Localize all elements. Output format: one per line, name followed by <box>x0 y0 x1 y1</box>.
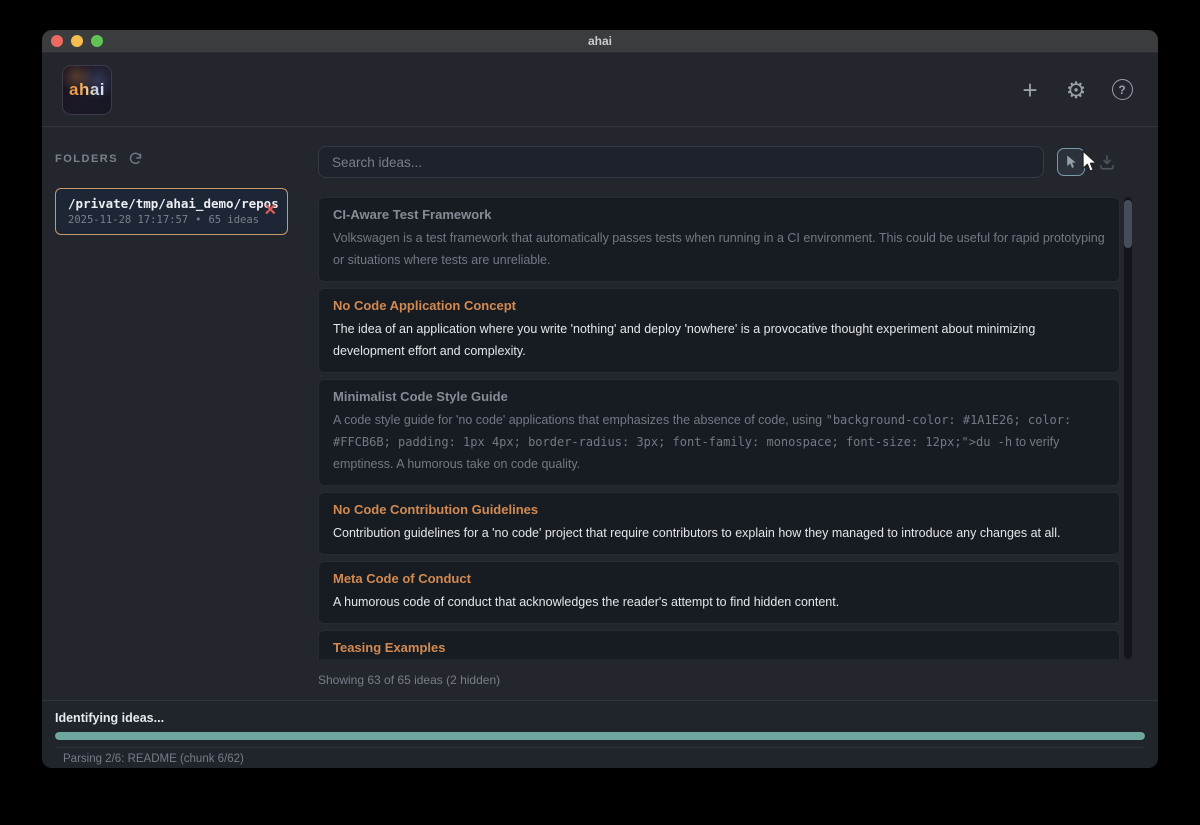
idea-description: The idea of an application where you wri… <box>333 318 1105 362</box>
help-button[interactable]: ? <box>1110 78 1134 102</box>
idea-title: No Code Contribution Guidelines <box>333 502 1105 517</box>
content-area: FOLDERS /private/tmp/ahai_demo/repos 202… <box>42 127 1158 700</box>
app-header: ahai + ⚙ ? <box>42 53 1158 127</box>
idea-card[interactable]: Meta Code of Conduct A humorous code of … <box>318 561 1120 624</box>
idea-card[interactable]: CI-Aware Test Framework Volkswagen is a … <box>318 197 1120 282</box>
idea-title: Teasing Examples <box>333 640 1105 655</box>
folder-item[interactable]: /private/tmp/ahai_demo/repos 2025-11-28 … <box>55 188 288 235</box>
idea-card[interactable]: No Code Application Concept The idea of … <box>318 288 1120 373</box>
idea-title: CI-Aware Test Framework <box>333 207 1105 222</box>
pointer-icon <box>1065 155 1078 170</box>
titlebar: ahai <box>42 30 1158 53</box>
folder-idea-count: 65 ideas <box>208 214 259 226</box>
folder-timestamp: 2025-11-28 17:17:57 <box>68 214 188 226</box>
window-title: ahai <box>42 34 1158 48</box>
parsing-status: Parsing 2/6: README (chunk 6/62) <box>55 747 1145 765</box>
search-input[interactable] <box>318 146 1044 178</box>
idea-description: A code style guide for 'no code' applica… <box>333 409 1105 475</box>
sidebar: FOLDERS /private/tmp/ahai_demo/repos 202… <box>42 127 305 700</box>
status-footer: Identifying ideas... Parsing 2/6: README… <box>42 700 1158 768</box>
activity-label: Identifying ideas... <box>55 711 1145 725</box>
export-button[interactable] <box>1094 148 1120 176</box>
app-window: ahai ahai + ⚙ ? FOLDERS <box>42 30 1158 768</box>
idea-title: Meta Code of Conduct <box>333 571 1105 586</box>
idea-card[interactable]: Teasing Examples A file that redirects t… <box>318 630 1120 659</box>
download-icon <box>1098 153 1116 171</box>
idea-title: No Code Application Concept <box>333 298 1105 313</box>
idea-title: Minimalist Code Style Guide <box>333 389 1105 404</box>
add-folder-button[interactable]: + <box>1018 78 1042 102</box>
scrollbar[interactable] <box>1124 197 1132 659</box>
gear-icon: ⚙ <box>1066 78 1087 102</box>
idea-description: Contribution guidelines for a 'no code' … <box>333 522 1105 544</box>
app-logo: ahai <box>62 65 112 115</box>
delete-folder-button[interactable]: ✕ <box>264 203 277 219</box>
refresh-icon[interactable] <box>128 151 143 166</box>
main-panel: CI-Aware Test Framework Volkswagen is a … <box>305 127 1158 700</box>
app-logo-text: ahai <box>69 80 105 100</box>
folders-heading: FOLDERS <box>55 153 118 165</box>
idea-description: A humorous code of conduct that acknowle… <box>333 591 1105 613</box>
idea-list: CI-Aware Test Framework Volkswagen is a … <box>318 197 1120 659</box>
idea-card[interactable]: Minimalist Code Style Guide A code style… <box>318 379 1120 486</box>
select-mode-button[interactable] <box>1057 148 1085 176</box>
settings-button[interactable]: ⚙ <box>1064 78 1088 102</box>
idea-card[interactable]: No Code Contribution Guidelines Contribu… <box>318 492 1120 555</box>
list-status: Showing 63 of 65 ideas (2 hidden) <box>318 673 1120 687</box>
bullet-separator: • <box>195 214 201 226</box>
help-icon: ? <box>1112 79 1133 100</box>
progress-fill <box>55 732 1145 740</box>
folder-path: /private/tmp/ahai_demo/repos <box>68 196 256 211</box>
plus-icon: + <box>1022 79 1037 101</box>
progress-bar <box>55 732 1145 740</box>
close-icon: ✕ <box>264 202 277 219</box>
idea-description: Volkswagen is a test framework that auto… <box>333 227 1105 271</box>
scrollbar-thumb[interactable] <box>1124 200 1132 248</box>
